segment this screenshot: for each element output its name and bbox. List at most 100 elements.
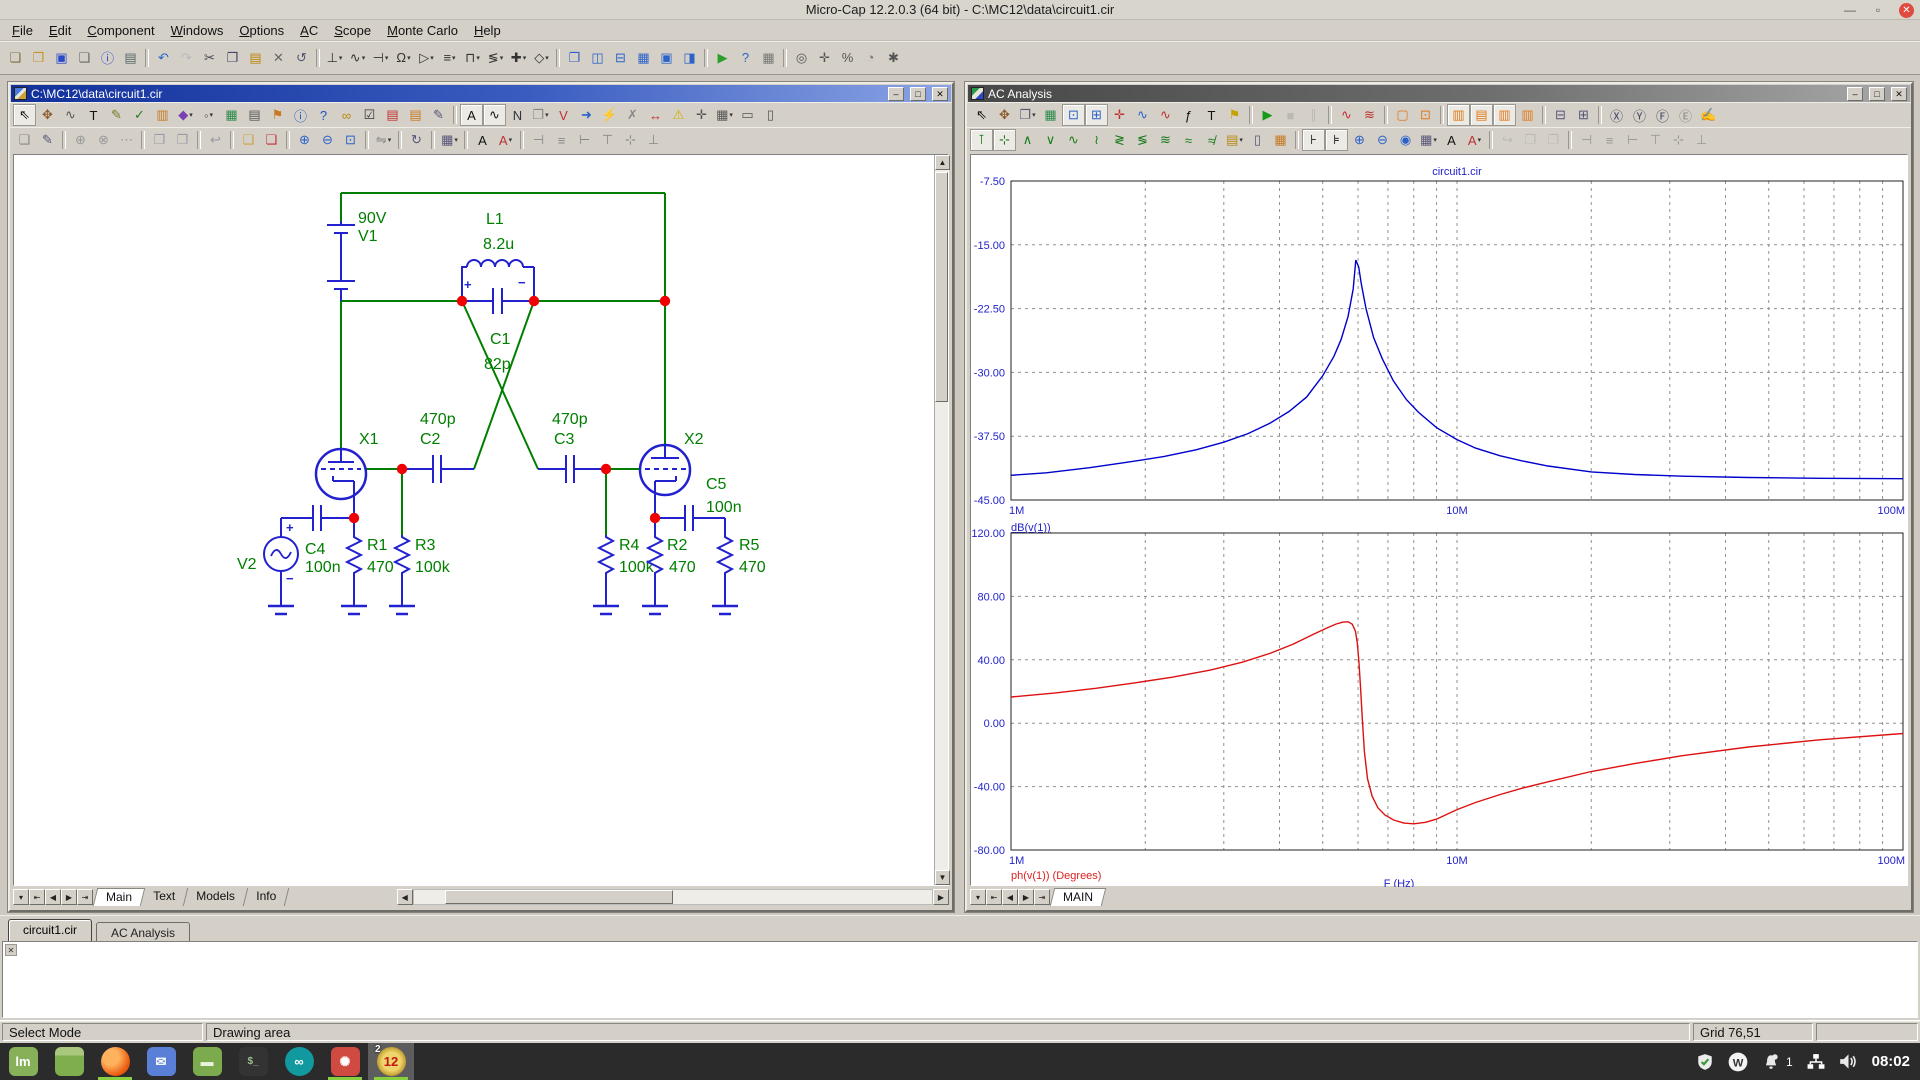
menu-scope[interactable]: Scope: [326, 21, 379, 40]
component-r3-value[interactable]: 100k: [415, 559, 451, 576]
ac-minimize-button[interactable]: –: [1847, 87, 1863, 101]
wave-high-icon[interactable]: ∧: [1016, 129, 1039, 151]
panel-stack-icon[interactable]: ▤: [1470, 104, 1493, 126]
align-left-icon[interactable]: ⊣: [527, 129, 550, 151]
update-shield-icon[interactable]: [1696, 1053, 1714, 1071]
menu-help[interactable]: Help: [466, 21, 509, 40]
link-icon[interactable]: ∞: [335, 104, 358, 126]
node-numbers-icon[interactable]: N: [506, 104, 529, 126]
component-r2-label[interactable]: R2: [667, 537, 688, 554]
nav-⇥-button[interactable]: ⇥: [77, 889, 93, 905]
component-c2-value[interactable]: 470p: [420, 411, 456, 428]
panel-one-icon[interactable]: ▥: [1447, 104, 1470, 126]
delete-icon[interactable]: ✕: [267, 47, 290, 69]
component-r2-value[interactable]: 470: [669, 559, 696, 576]
nav-⇤-button[interactable]: ⇤: [29, 889, 45, 905]
mode-delete-icon[interactable]: ⊗: [92, 129, 115, 151]
zoom-in-icon[interactable]: ⊕: [293, 129, 316, 151]
opamp-icon[interactable]: ✚▾: [507, 47, 530, 69]
mode-add-icon[interactable]: ⊕: [69, 129, 92, 151]
nav-▾-button[interactable]: ▾: [13, 889, 29, 905]
component-body[interactable]: [327, 221, 355, 301]
sheet-tab-text[interactable]: Text: [141, 888, 189, 906]
file-info-icon[interactable]: ⓘ: [96, 47, 119, 69]
pan-mode-icon[interactable]: ✥: [36, 104, 59, 126]
info-icon[interactable]: ⓘ: [289, 104, 312, 126]
pause-icon[interactable]: ∥: [1302, 104, 1325, 126]
menu-ac[interactable]: AC: [292, 21, 326, 40]
align-bottom-icon[interactable]: ⊥: [642, 129, 665, 151]
conditions-icon[interactable]: ✗: [621, 104, 644, 126]
close-button[interactable]: ✕: [1899, 3, 1914, 18]
taskbar-mint-menu-icon[interactable]: lm: [0, 1043, 46, 1080]
ac-close-button[interactable]: ✕: [1891, 87, 1907, 101]
component-x2-label[interactable]: X2: [684, 431, 704, 448]
text-mode-icon[interactable]: T: [1200, 104, 1223, 126]
spreadsheet-icon[interactable]: ▤: [243, 104, 266, 126]
component-c5-label[interactable]: C5: [706, 476, 727, 493]
revert-icon[interactable]: ↺: [290, 47, 313, 69]
currents-icon[interactable]: ➜: [575, 104, 598, 126]
nav-▶-button[interactable]: ▶: [1018, 889, 1034, 905]
panel-close-icon[interactable]: ✕: [5, 944, 17, 956]
plot-tab-main[interactable]: MAIN: [1050, 888, 1106, 906]
collapse-icon[interactable]: ⊟: [1549, 104, 1572, 126]
sheet-tab-main[interactable]: Main: [93, 888, 146, 906]
node-snap-icon[interactable]: ◦▾: [197, 104, 220, 126]
overlap-icon[interactable]: ▦: [632, 47, 655, 69]
network-icon[interactable]: [1807, 1053, 1825, 1071]
component-c2-label[interactable]: C2: [420, 431, 441, 448]
select-mode-icon[interactable]: ⇖: [970, 104, 993, 126]
taskbar-clock[interactable]: 08:02: [1872, 1053, 1910, 1070]
component-c4-value[interactable]: 100n: [305, 559, 341, 576]
stepping-icon[interactable]: ▤: [404, 104, 427, 126]
zoom-in-icon[interactable]: ⊕: [1348, 129, 1371, 151]
save-file-icon[interactable]: ▣: [50, 47, 73, 69]
node-voltages-icon[interactable]: V: [552, 104, 575, 126]
scope-region-icon[interactable]: ▢: [1391, 104, 1414, 126]
notes-icon[interactable]: ✎: [427, 104, 450, 126]
save-as-icon[interactable]: ❏: [73, 47, 96, 69]
font-color-icon[interactable]: A▾: [1463, 129, 1486, 151]
drawing-area[interactable]: 90VV1L18.2uC182p470pC2470pC3X1X2C5100nV2…: [14, 155, 940, 891]
pan-mode-icon[interactable]: ✥: [993, 104, 1016, 126]
align-left-icon[interactable]: ⊣: [1575, 129, 1598, 151]
volume-icon[interactable]: [1839, 1052, 1858, 1071]
align-center-icon[interactable]: ≡: [550, 129, 573, 151]
component-r5-label[interactable]: R5: [739, 537, 760, 554]
picture-icon[interactable]: ▦: [220, 104, 243, 126]
wave-low-icon[interactable]: ∨: [1039, 129, 1062, 151]
taskbar-files-icon[interactable]: [46, 1043, 92, 1080]
nav-▾-button[interactable]: ▾: [970, 889, 986, 905]
formula-icon[interactable]: ƒ: [1177, 104, 1200, 126]
taskbar-gimp-icon[interactable]: ✺: [322, 1043, 368, 1080]
cursor-mode-icon[interactable]: ✛: [1108, 104, 1131, 126]
align-right-icon[interactable]: ⊢: [1621, 129, 1644, 151]
align-middle-icon[interactable]: ⊹: [1667, 129, 1690, 151]
copy-to-page-icon[interactable]: ❐: [148, 129, 171, 151]
flag-icon[interactable]: ⚑: [266, 104, 289, 126]
component-r3-label[interactable]: R3: [415, 537, 436, 554]
maximize-button[interactable]: ▫: [1871, 3, 1885, 17]
component-r1-label[interactable]: R1: [367, 537, 388, 554]
battery-icon[interactable]: ≡▾: [438, 47, 461, 69]
schematic-maximize-button[interactable]: □: [910, 87, 926, 101]
select-mode-icon[interactable]: ⇖: [13, 104, 36, 126]
redo-icon[interactable]: ↷: [175, 47, 198, 69]
zoom-auto-icon[interactable]: ◉: [1394, 129, 1417, 151]
menu-monte-carlo[interactable]: Monte Carlo: [379, 21, 466, 40]
component-l1-label[interactable]: L1: [486, 211, 504, 228]
align-top-icon[interactable]: ⊤: [1644, 129, 1667, 151]
image-icon[interactable]: ▦: [1039, 104, 1062, 126]
macro-icon[interactable]: ◇▾: [530, 47, 553, 69]
sheet-tab-models[interactable]: Models: [184, 888, 248, 906]
component-x1-label[interactable]: X1: [359, 431, 379, 448]
title-block-icon[interactable]: ▯: [759, 104, 782, 126]
help-mode-icon[interactable]: ?: [734, 47, 757, 69]
inductor-icon[interactable]: Ω▾: [392, 47, 415, 69]
warpinator-icon[interactable]: W: [1728, 1052, 1748, 1072]
vertical-scroll-thumb[interactable]: [935, 172, 948, 402]
tile-horizontal-icon[interactable]: ◫: [586, 47, 609, 69]
flip-page-icon[interactable]: ❏: [13, 129, 36, 151]
component-l1-value[interactable]: 8.2u: [483, 236, 514, 253]
